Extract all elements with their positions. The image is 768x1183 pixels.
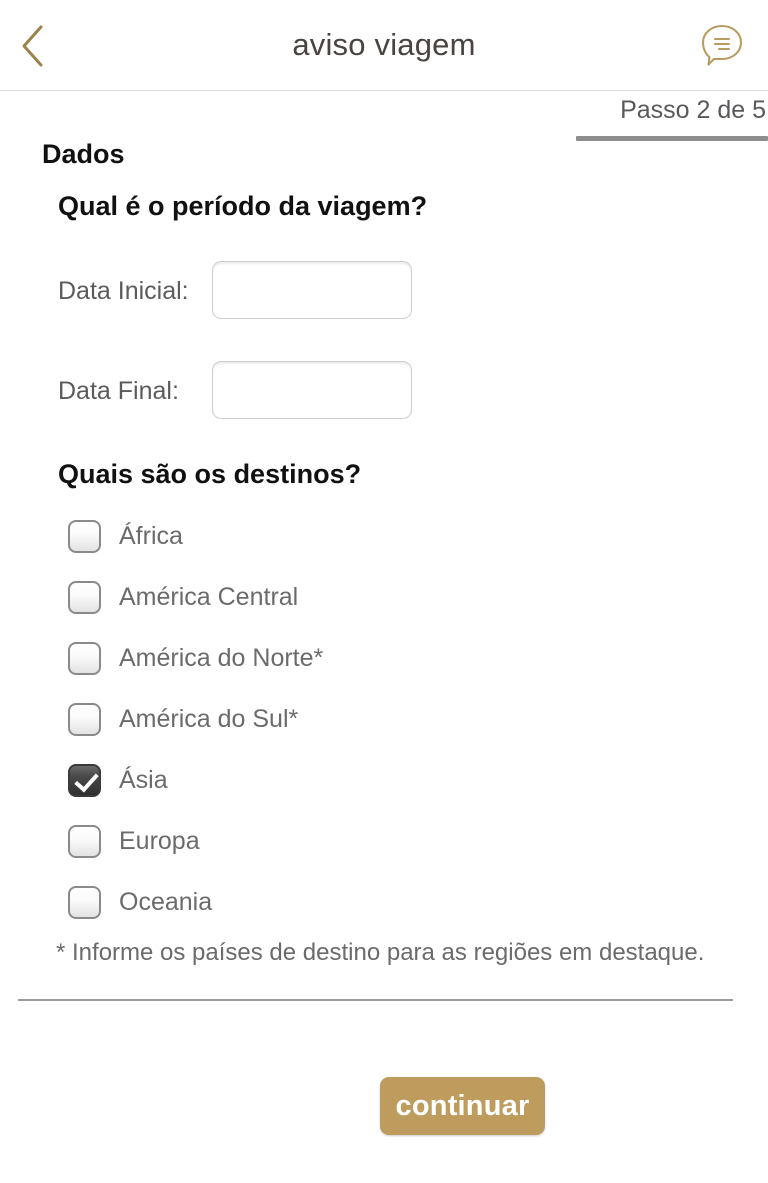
data-final-input[interactable] — [212, 361, 412, 419]
step-progress: Passo 2 de 5 — [468, 96, 768, 146]
checkbox-asia[interactable] — [68, 764, 101, 797]
continue-button[interactable]: continuar — [380, 1077, 545, 1135]
section-divider — [18, 999, 733, 1001]
destinations-checklist: África América Central América do Norte*… — [0, 506, 768, 933]
data-final-label: Data Final: — [58, 377, 179, 405]
question-destinations-label: Quais são os destinos? — [58, 459, 362, 489]
checkbox-africa[interactable] — [68, 520, 101, 553]
step-progress-bar — [576, 136, 768, 141]
checkbox-label-america-central: América Central — [119, 583, 299, 611]
field-row-data-inicial: Data Inicial: — [0, 261, 768, 327]
checkbox-oceania[interactable] — [68, 886, 101, 919]
checkbox-row-oceania[interactable]: Oceania — [0, 872, 768, 933]
checkbox-america-do-sul[interactable] — [68, 703, 101, 736]
checkbox-europa[interactable] — [68, 825, 101, 858]
section-title: Dados — [42, 139, 125, 169]
data-inicial-label: Data Inicial: — [58, 277, 189, 305]
checkbox-row-africa[interactable]: África — [0, 506, 768, 567]
checkbox-america-do-norte[interactable] — [68, 642, 101, 675]
data-inicial-input[interactable] — [212, 261, 412, 319]
question-period-label: Qual é o período da viagem? — [58, 191, 428, 221]
checkbox-row-europa[interactable]: Europa — [0, 811, 768, 872]
checkbox-label-oceania: Oceania — [119, 888, 213, 916]
step-progress-label: Passo 2 de 5 — [620, 96, 766, 124]
chat-bubble-icon — [696, 18, 748, 70]
checkbox-america-central[interactable] — [68, 581, 101, 614]
checkbox-label-america-do-norte: América do Norte* — [119, 644, 324, 672]
destinations-footnote: * Informe os países de destino para as r… — [56, 939, 705, 966]
checkbox-label-asia: Ásia — [119, 766, 168, 794]
checkbox-row-asia[interactable]: Ásia — [0, 750, 768, 811]
checkbox-row-america-do-sul[interactable]: América do Sul* — [0, 689, 768, 750]
checkbox-label-america-do-sul: América do Sul* — [119, 705, 299, 733]
checkbox-row-america-central[interactable]: América Central — [0, 567, 768, 628]
chat-button[interactable] — [694, 16, 750, 72]
field-row-data-final: Data Final: — [0, 361, 768, 427]
page-title: aviso viagem — [292, 27, 476, 62]
checkbox-row-america-do-norte[interactable]: América do Norte* — [0, 628, 768, 689]
checkbox-label-europa: Europa — [119, 827, 200, 855]
app-header: aviso viagem — [0, 0, 768, 91]
checkbox-label-africa: África — [119, 522, 183, 550]
